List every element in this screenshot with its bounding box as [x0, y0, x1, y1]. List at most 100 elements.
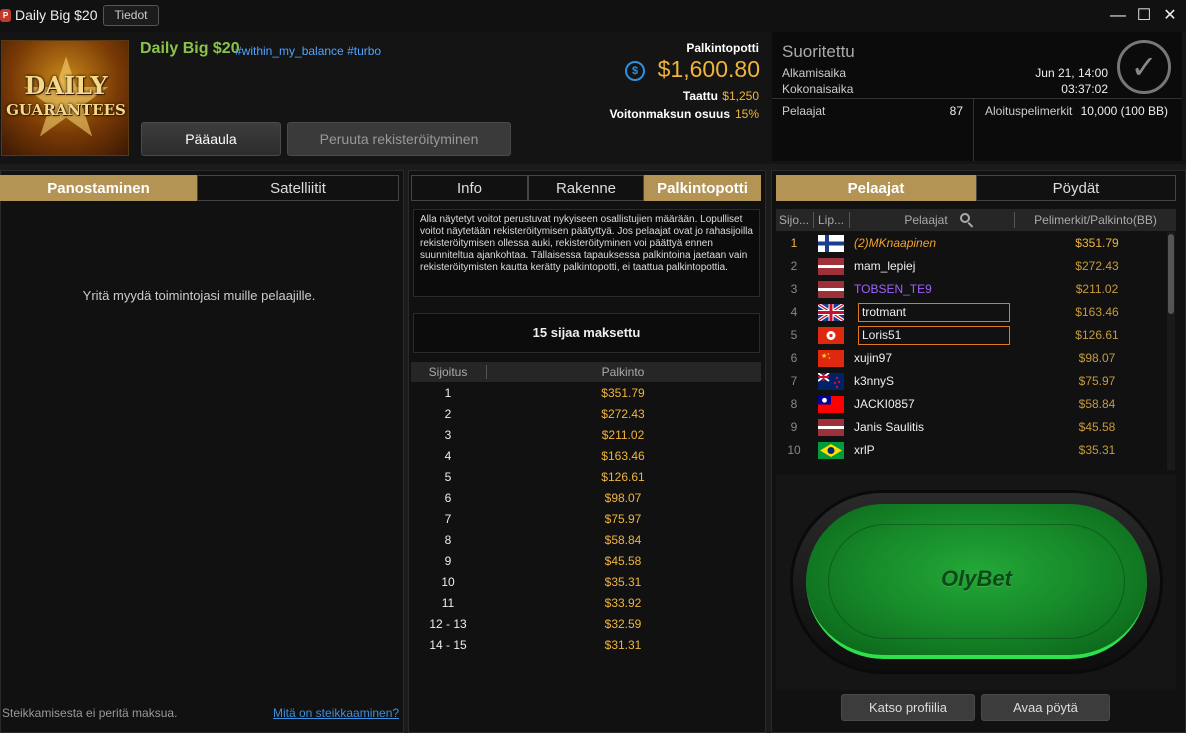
main-lobby-button[interactable]: Pääaula [141, 122, 281, 156]
player-rank: 7 [790, 374, 798, 388]
paid-share-label: Voitonmaksun osuus [609, 107, 730, 121]
payout-place: 14 - 15 [429, 638, 467, 652]
player-name: TOBSEN_TE9 [854, 282, 932, 296]
player-row[interactable]: 8 JACKI0857 $58.84 [776, 393, 1166, 416]
player-row[interactable]: 10 xrlP $35.31 [776, 439, 1166, 462]
latvia-flag-icon [818, 419, 844, 436]
info-button[interactable]: Tiedot [103, 5, 159, 26]
column-player[interactable]: Pelaajat [886, 209, 966, 231]
payout-prize: $35.31 [604, 575, 642, 589]
payout-prize: $45.58 [604, 554, 642, 568]
payout-row: 5 $126.61 [411, 467, 761, 488]
players-count-label: Pelaajat [782, 104, 826, 118]
column-chips-prize[interactable]: Pelimerkit/Palkinto(BB) [1015, 209, 1176, 231]
prize-pool-value: $1,600.80 [657, 56, 760, 82]
payout-row: 8 $58.84 [411, 530, 761, 551]
prize-pool-label: Palkintopotti [686, 41, 759, 55]
column-flag[interactable]: Lip... [814, 209, 848, 231]
player-row[interactable]: 7 k3nnyS $75.97 [776, 370, 1166, 393]
player-rank: 1 [790, 236, 798, 250]
player-rank: 5 [790, 328, 798, 342]
payout-place: 8 [444, 533, 452, 547]
column-place: Sijoitus [428, 365, 468, 379]
latvia-flag-icon [818, 258, 844, 275]
payout-prize: $126.61 [601, 470, 645, 484]
player-row[interactable]: 9 Janis Saulitis $45.58 [776, 416, 1166, 439]
payout-place: 2 [444, 407, 452, 421]
player-rank: 2 [790, 259, 798, 273]
tab-players[interactable]: Pelaajat [776, 175, 976, 201]
player-row[interactable]: 2 mam_lepiej $272.43 [776, 255, 1166, 278]
player-prize: $272.43 [1075, 259, 1119, 273]
divider [849, 212, 850, 228]
player-row[interactable]: 4 trotmant $163.46 [776, 301, 1166, 324]
player-prize: $163.46 [1075, 305, 1119, 319]
logo-word-guarantees: GUARANTEES [6, 101, 126, 119]
column-rank[interactable]: Sijo... [776, 209, 812, 231]
tab-tables[interactable]: Pöydät [976, 175, 1176, 201]
player-row[interactable]: 1 (2)MKnaapinen $351.79 [776, 232, 1166, 255]
player-name: xrlP [854, 443, 875, 457]
player-prize: $351.79 [1075, 236, 1119, 250]
scrollbar-thumb[interactable] [1168, 234, 1174, 314]
divider [973, 98, 974, 161]
maximize-icon[interactable]: ☐ [1133, 5, 1155, 27]
payout-place: 6 [444, 491, 452, 505]
player-rank: 8 [790, 397, 798, 411]
tournament-name: Daily Big $20 [140, 40, 240, 57]
payout-prize: $75.97 [604, 512, 642, 526]
payout-row: 1 $351.79 [411, 383, 761, 404]
starting-chips-value: 10,000 (100 BB) [1080, 104, 1168, 118]
players-count-value: 87 [949, 104, 963, 118]
payout-prize: $33.92 [604, 596, 642, 610]
payout-place: 9 [444, 554, 452, 568]
tab-info[interactable]: Info [411, 175, 528, 201]
latvia-flag-icon [818, 281, 844, 298]
player-row[interactable]: 3 TOBSEN_TE9 $211.02 [776, 278, 1166, 301]
currency-icon: $ [625, 61, 645, 81]
title-bar [0, 0, 1186, 32]
open-table-button[interactable]: Avaa pöytä [981, 694, 1110, 721]
window-title: Daily Big $20 [15, 7, 98, 23]
start-time-value: Jun 21, 14:00 [1035, 66, 1108, 80]
view-profile-button[interactable]: Katso profiilia [841, 694, 975, 721]
china-flag-icon: ★ ★ ★ [818, 350, 844, 367]
payout-notice: Alla näytetyt voitot perustuvat nykyisee… [413, 209, 760, 297]
tab-prize-pool[interactable]: Palkintopotti [644, 175, 761, 201]
finland-flag-icon [818, 235, 844, 252]
payout-prize: $351.79 [601, 386, 645, 400]
player-row[interactable]: 5 Loris51 $126.61 [776, 324, 1166, 347]
minimize-icon[interactable]: — [1107, 5, 1129, 27]
payout-prize: $211.02 [601, 428, 645, 442]
player-name: k3nnyS [854, 374, 895, 388]
tab-satellites[interactable]: Satelliitit [197, 175, 399, 201]
unregister-button[interactable]: Peruuta rekisteröityminen [287, 122, 511, 156]
tab-structure[interactable]: Rakenne [528, 175, 644, 201]
payout-place: 12 - 13 [429, 617, 467, 631]
player-row[interactable]: 6 ★ ★ ★ xujin97 $98.07 [776, 347, 1166, 370]
what-is-staking-link[interactable]: Mitä on steikkaaminen? [273, 706, 399, 720]
payout-prize: $272.43 [601, 407, 645, 421]
hongkong-flag-icon [818, 327, 844, 344]
payout-row: 9 $45.58 [411, 551, 761, 572]
payout-row: 11 $33.92 [411, 593, 761, 614]
tab-staking[interactable]: Panostaminen [0, 175, 197, 201]
player-name: (2)MKnaapinen [854, 236, 937, 250]
svg-text:★: ★ [828, 356, 831, 360]
player-name: JACKI0857 [854, 397, 915, 411]
guaranteed-label: Taattu [682, 89, 718, 103]
search-icon[interactable] [959, 212, 975, 228]
taiwan-flag-icon [818, 396, 844, 413]
logo-word-daily: DAILY [24, 71, 108, 100]
payout-row: 14 - 15 $31.31 [411, 635, 761, 656]
player-prize: $126.61 [1075, 328, 1119, 342]
tournament-tags[interactable]: #within_my_balance #turbo [235, 44, 381, 58]
staking-message: Yritä myydä toimintojasi muille pelaajil… [82, 288, 316, 303]
close-icon[interactable]: ✕ [1159, 5, 1181, 27]
payout-row: 4 $163.46 [411, 446, 761, 467]
divider [772, 98, 1182, 99]
payout-prize: $58.84 [604, 533, 642, 547]
player-name: xujin97 [854, 351, 893, 365]
paid-share-value: 15% [734, 107, 759, 121]
app-logo-icon: P [0, 9, 11, 22]
